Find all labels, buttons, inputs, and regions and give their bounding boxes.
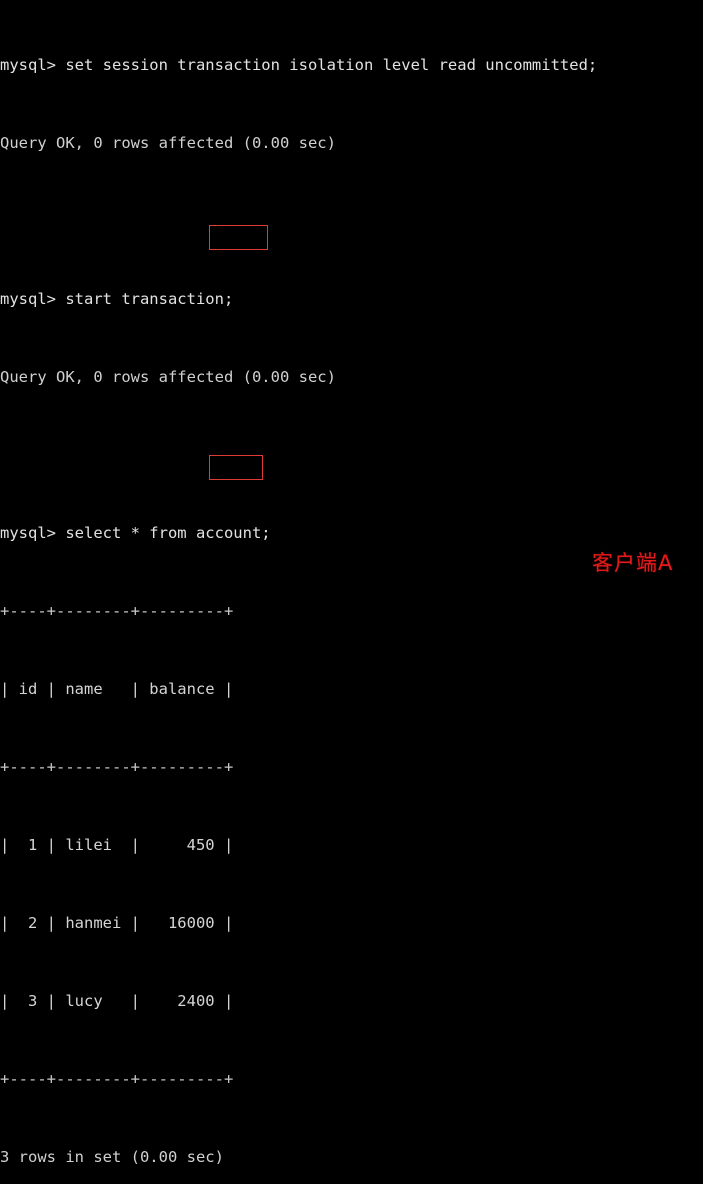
terminal-window[interactable]: mysql> set session transaction isolation… <box>0 0 703 1166</box>
terminal-line-query-ok-2: Query OK, 0 rows affected (0.00 sec) <box>0 368 336 386</box>
terminal-line-set-isolation: mysql> set session transaction isolation… <box>0 56 598 74</box>
table1-row-2: | 2 | hanmei | 16000 | <box>0 914 234 932</box>
table1-footer: 3 rows in set (0.00 sec) <box>0 1148 224 1166</box>
table1-rule-top: +----+--------+---------+ <box>0 602 234 620</box>
table1-row-1: | 1 | lilei | 450 | <box>0 836 234 854</box>
terminal-line-select-1: mysql> select * from account; <box>0 524 271 542</box>
table1-row-3: | 3 | lucy | 2400 | <box>0 992 234 1010</box>
terminal-line-blank-1 <box>0 208 703 234</box>
terminal-line-query-ok-1: Query OK, 0 rows affected (0.00 sec) <box>0 134 336 152</box>
terminal-line-start-transaction: mysql> start transaction; <box>0 290 234 308</box>
terminal-line-blank-2 <box>0 442 703 468</box>
table1-header-row: | id | name | balance | <box>0 680 234 698</box>
client-annotation-label: 客户端A <box>592 551 674 575</box>
table1-rule-mid: +----+--------+---------+ <box>0 758 234 776</box>
table1-rule-bottom: +----+--------+---------+ <box>0 1070 234 1088</box>
